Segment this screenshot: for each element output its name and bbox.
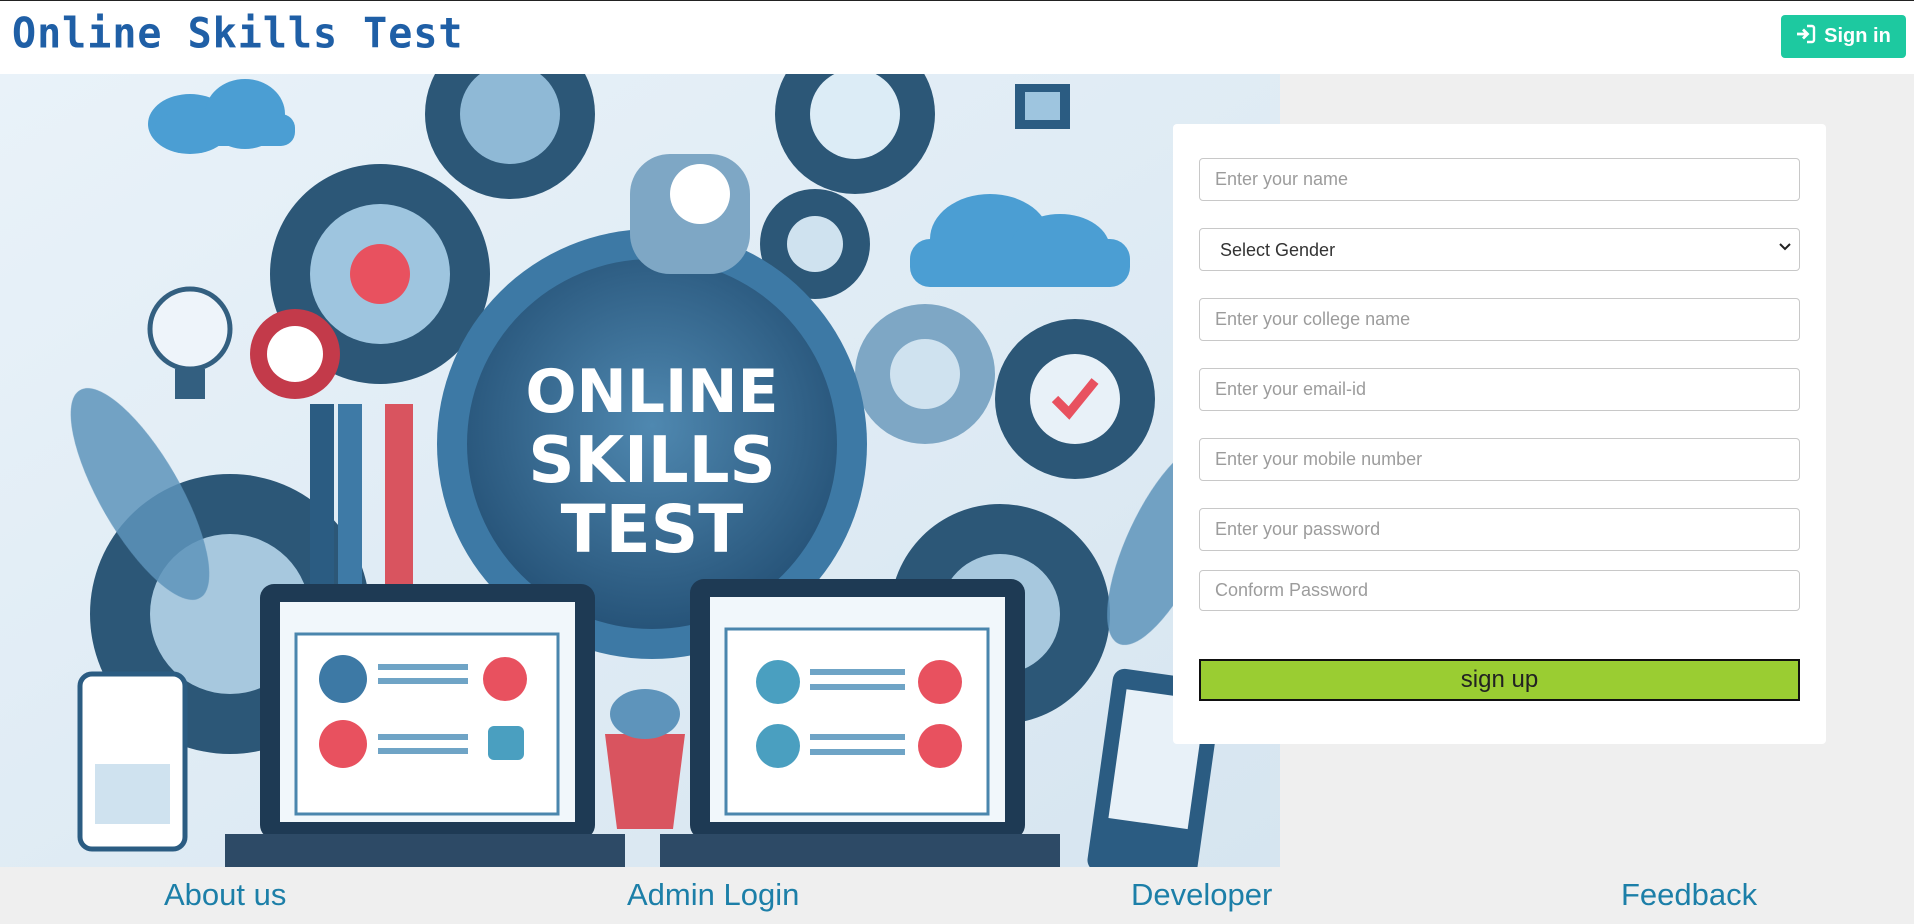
college-input[interactable] (1199, 298, 1800, 341)
footer-link-admin-login[interactable]: Admin Login (627, 877, 799, 913)
plant-pot-icon (605, 689, 685, 829)
laptop-left-icon (225, 584, 625, 867)
chat-bubble-icon (630, 154, 750, 274)
sign-up-button[interactable]: sign up (1199, 659, 1800, 701)
signup-form-card: Select Gender sign up (1173, 124, 1826, 744)
hero-title-line-2: SKILLS (528, 424, 775, 498)
footer-link-feedback[interactable]: Feedback (1621, 877, 1757, 913)
email-input[interactable] (1199, 368, 1800, 411)
name-input[interactable] (1199, 158, 1800, 201)
confirm-password-input[interactable] (1199, 570, 1800, 611)
footer-link-about-us[interactable]: About us (164, 877, 286, 913)
sign-in-button[interactable]: Sign in (1781, 15, 1906, 58)
footer-links: About us Admin Login Developer Feedback (0, 867, 1914, 924)
top-navbar: Online Skills Test Sign in (0, 0, 1914, 74)
books-icon (310, 404, 413, 584)
password-input[interactable] (1199, 508, 1800, 551)
mobile-input[interactable] (1199, 438, 1800, 481)
monitor-icon (1015, 84, 1070, 129)
hero-illustration: ONLINE SKILLS TEST (0, 74, 1280, 867)
footer-link-developer[interactable]: Developer (1131, 877, 1272, 913)
hero-title-line-1: ONLINE (526, 357, 779, 427)
brand-title[interactable]: Online Skills Test (12, 10, 463, 58)
hero-title-line-3: TEST (561, 491, 744, 568)
laptop-right-icon (660, 579, 1060, 867)
phone-left-icon (77, 671, 188, 852)
sign-in-icon (1796, 24, 1816, 50)
gender-select[interactable]: Select Gender (1199, 228, 1800, 271)
sign-in-label: Sign in (1824, 25, 1891, 47)
